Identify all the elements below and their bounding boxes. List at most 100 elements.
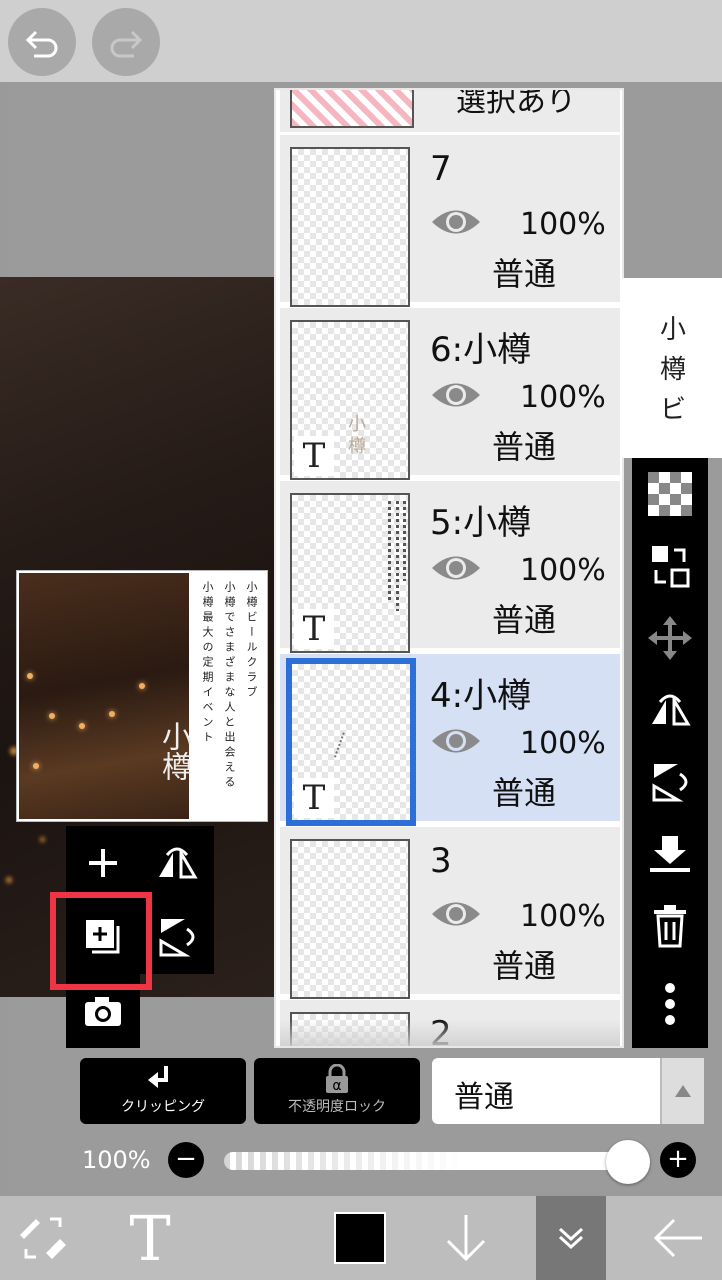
layer-thumbnail	[290, 147, 410, 307]
layer-opacity: 100%	[520, 899, 606, 934]
eye-icon[interactable]	[430, 724, 482, 758]
layer-blend-mode: 普通	[492, 255, 557, 293]
clipping-button[interactable]: クリッピング	[80, 1058, 246, 1124]
text-layer-badge: T	[294, 609, 334, 649]
opacity-slider-knob[interactable]	[606, 1140, 650, 1184]
layer-blend-mode: 普通	[492, 947, 557, 985]
move-icon	[648, 616, 692, 660]
minus-button[interactable]: −	[168, 1142, 204, 1178]
eye-icon[interactable]	[430, 378, 482, 412]
flip-horizontal-icon	[159, 847, 198, 879]
layer-name: 選択あり	[456, 90, 576, 119]
layer-blend-mode: 普通	[492, 428, 557, 466]
plus-button[interactable]: +	[660, 1142, 696, 1178]
canvas-text-preview: 小樽ビ	[622, 278, 722, 458]
collapse-panel-button[interactable]	[536, 1196, 606, 1280]
back-button[interactable]	[646, 1196, 710, 1280]
layer-name: 6:小樽	[430, 330, 532, 370]
redo-button[interactable]	[92, 8, 160, 76]
chevron-double-down-icon	[558, 1227, 584, 1250]
poster-preview: 小樽 小樽ビールクラブ 小樽でさまざまな人と出会える 小樽最大の定期イベント	[16, 570, 268, 822]
eye-icon[interactable]	[430, 897, 482, 931]
flip-vertical-icon	[652, 764, 688, 802]
color-swatch	[334, 1212, 386, 1264]
poster-photo	[19, 573, 189, 819]
layer-blend-mode: 普通	[492, 601, 557, 639]
transparency-button[interactable]	[632, 458, 708, 530]
flip-horizontal-button[interactable]	[632, 674, 708, 746]
down-arrow-button[interactable]	[438, 1196, 494, 1280]
swap-layers-button[interactable]	[632, 530, 708, 602]
delete-layer-button[interactable]	[632, 890, 708, 962]
text-layer-badge: T	[294, 778, 334, 818]
add-layer-button[interactable]	[66, 826, 140, 900]
clipping-icon	[148, 1066, 168, 1088]
layer-name: 4:小樽	[430, 676, 532, 716]
layer-thumbnail: 小樽 T	[290, 320, 410, 480]
opacity-value-label: 100%	[82, 1146, 151, 1174]
eye-icon[interactable]	[430, 551, 482, 585]
flip-vertical-icon	[159, 919, 195, 957]
top-bar	[0, 0, 722, 82]
thumbnail-text: 小樽	[348, 414, 366, 457]
layer-name: 7	[430, 149, 452, 189]
layer-name: 5:小樽	[430, 503, 532, 543]
layer-tools-toolbar	[632, 458, 708, 1048]
undo-button[interactable]	[8, 8, 76, 76]
layer-row-partial-bottom[interactable]: 2	[280, 1000, 620, 1046]
chevron-up-icon	[660, 1058, 704, 1124]
camera-icon	[85, 997, 121, 1026]
poster-line-3: 小樽最大の定期イベント	[201, 581, 214, 746]
move-button[interactable]	[632, 602, 708, 674]
opacity-slider-track[interactable]	[224, 1152, 628, 1170]
text-layer-badge: T	[294, 436, 334, 476]
text-tool-button[interactable]: T	[118, 1196, 182, 1280]
swap-layers-icon	[652, 546, 690, 588]
trash-icon	[654, 905, 686, 948]
eye-icon[interactable]	[430, 205, 482, 239]
transparency-icon	[648, 472, 692, 516]
blend-mode-value: 普通	[454, 1080, 514, 1115]
layers-panel: 選択あり 7 100% 普通 小樽 T 6:小樽 100% 普通 T 5:小樽 …	[274, 88, 624, 1048]
more-options-button[interactable]	[632, 968, 708, 1040]
flip-horizontal-button[interactable]	[140, 826, 214, 900]
layer-row[interactable]: 7 100% 普通	[280, 135, 620, 307]
brush-eraser-swap-button[interactable]	[8, 1196, 78, 1280]
merge-down-icon	[650, 836, 690, 872]
clipping-label: クリッピング	[121, 1099, 205, 1115]
flip-horizontal-icon	[652, 694, 691, 726]
layer-row-selected[interactable]: T 4:小樽 100% 普通	[280, 654, 620, 826]
highlight-box	[50, 892, 152, 990]
flip-vertical-button[interactable]	[632, 746, 708, 818]
redo-icon	[110, 30, 143, 58]
opacity-lock-button[interactable]: α 不透明度ロック	[254, 1058, 420, 1124]
add-layer-icon	[89, 849, 117, 877]
layer-row-partial-top[interactable]: 選択あり	[280, 90, 620, 135]
blend-mode-select[interactable]: 普通	[432, 1058, 704, 1124]
layer-thumbnail	[290, 90, 414, 128]
text-tool-icon: T	[129, 1201, 171, 1275]
layer-row[interactable]: 3 100% 普通	[280, 827, 620, 999]
layer-blend-mode: 普通	[492, 774, 557, 812]
layer-thumbnail	[290, 839, 410, 999]
svg-text:α: α	[332, 1078, 341, 1094]
layer-opacity: 100%	[520, 553, 606, 588]
layer-name: 3	[430, 841, 452, 881]
brush-eraser-swap-icon	[20, 1217, 66, 1259]
more-icon	[665, 983, 675, 1025]
down-arrow-icon	[446, 1215, 486, 1262]
preview-vertical-text: 小樽ビ	[659, 315, 686, 425]
layer-thumbnail: T	[290, 493, 410, 653]
undo-icon	[25, 30, 58, 58]
color-button[interactable]	[332, 1196, 388, 1280]
layer-row[interactable]: T 5:小樽 100% 普通	[280, 481, 620, 653]
poster-title: 小樽	[156, 721, 191, 781]
layer-row[interactable]: 小樽 T 6:小樽 100% 普通	[280, 308, 620, 480]
layer-opacity: 100%	[520, 380, 606, 415]
merge-down-button[interactable]	[632, 818, 708, 890]
opacity-slider-row: 100% − +	[0, 1136, 722, 1188]
layer-thumbnail: T	[286, 658, 416, 826]
poster-line-1: 小樽ビールクラブ	[245, 581, 258, 701]
layer-opacity: 100%	[520, 726, 606, 761]
alpha-lock-icon: α	[326, 1064, 348, 1094]
